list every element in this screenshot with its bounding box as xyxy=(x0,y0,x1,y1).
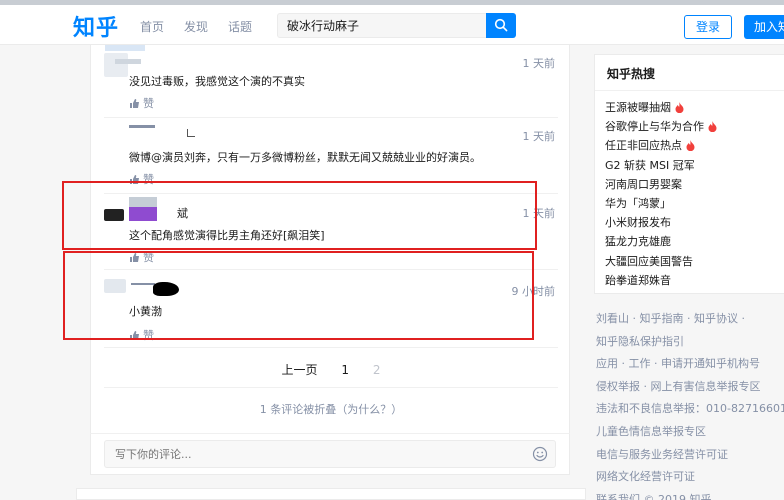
hot-search-title: 知乎热搜 xyxy=(607,67,656,81)
hot-search-label: 跆拳道郑姝音 xyxy=(605,273,671,287)
author-name-redacted xyxy=(115,59,141,64)
nav-home[interactable]: 首页 xyxy=(140,18,164,35)
page-2[interactable]: 2 xyxy=(373,363,381,377)
hot-search-label: 小米财报发布 xyxy=(605,216,671,230)
hot-search-label: 谷歌停止与华为合作 xyxy=(605,120,704,134)
hot-search-item[interactable]: 谷歌停止与华为合作 xyxy=(605,118,717,134)
divider xyxy=(104,387,558,388)
fire-icon xyxy=(675,101,684,113)
comment-input[interactable] xyxy=(104,440,556,468)
footer-link-line[interactable]: 侵权举报 · 网上有害信息举报专区 xyxy=(596,378,761,394)
hot-search-item[interactable]: 跆拳道郑姝音 xyxy=(605,272,671,288)
comment-text: 微博@演员刘奔，只有一万多微博粉丝，默默无闻又兢兢业业的好演员。 xyxy=(129,151,481,164)
hot-search-item[interactable]: 猛龙力克雄鹿 xyxy=(605,233,671,249)
hot-search-item[interactable]: 王源被曝抽烟 xyxy=(605,99,684,115)
hot-search-label: 大疆回应美国警告 xyxy=(605,254,693,268)
fire-icon xyxy=(708,120,717,132)
like-button[interactable]: 赞 xyxy=(129,95,154,111)
hot-search-item[interactable]: 小米财报发布 xyxy=(605,214,671,230)
login-button[interactable]: 登录 xyxy=(684,15,732,39)
nav-discover[interactable]: 发现 xyxy=(184,18,208,35)
page-1[interactable]: 1 xyxy=(341,363,349,377)
prev-page-button[interactable]: 上一页 xyxy=(282,363,318,377)
hot-search-label: 华为「鸿蒙」 xyxy=(605,197,671,210)
divider xyxy=(595,90,784,91)
footer-link-line[interactable]: 刘看山 · 知乎指南 · 知乎协议 · xyxy=(596,310,745,326)
footer-link-line[interactable]: 违法和不良信息举报：010-82716601 xyxy=(596,400,784,416)
divider xyxy=(104,117,558,118)
hot-search-item[interactable]: 任正非回应热点 xyxy=(605,137,695,153)
footer-link-line[interactable]: 知乎隐私保护指引 xyxy=(596,333,684,349)
search-button[interactable] xyxy=(486,13,516,38)
search-icon xyxy=(494,18,508,32)
nav-topics[interactable]: 话题 xyxy=(228,18,252,35)
thumbs-up-icon xyxy=(130,98,139,108)
comment-time: 1 天前 xyxy=(522,57,556,70)
footer-link-line[interactable]: 应用 · 工作 · 申请开通知乎机构号 xyxy=(596,355,760,371)
hot-search-item[interactable]: 河南周口男婴案 xyxy=(605,176,682,192)
footer-link-line[interactable]: 电信与服务业务经营许可证 xyxy=(596,446,728,462)
annotation-box xyxy=(63,251,534,340)
divider xyxy=(104,347,558,348)
pagination: 上一页 1 2 xyxy=(91,361,571,378)
avatar[interactable] xyxy=(104,53,128,77)
hot-search-label: 河南周口男婴案 xyxy=(605,177,682,191)
fire-icon xyxy=(686,139,695,151)
footer-link-line[interactable]: 联系我们 © 2019 知乎 xyxy=(596,491,711,500)
hot-search-item[interactable]: 大疆回应美国警告 xyxy=(605,253,693,269)
hot-search-label: 任正非回应热点 xyxy=(605,139,682,153)
author-name-redacted xyxy=(129,125,155,128)
top-navbar: 知乎 首页 发现 话题 登录 加入知乎 xyxy=(0,5,784,45)
footer-link-line[interactable]: 儿童色情信息举报专区 xyxy=(596,423,706,439)
collapsed-comments-link[interactable]: 1 条评论被折叠（为什么？） xyxy=(91,401,571,417)
hot-search-item[interactable]: G2 斩获 MSI 冠军 xyxy=(605,157,695,173)
author-name-fragment xyxy=(187,129,195,137)
hot-search-label: G2 斩获 MSI 冠军 xyxy=(605,158,695,172)
hot-search-item[interactable]: 华为「鸿蒙」 xyxy=(605,195,671,211)
comment-text: 没见过毒贩，我感觉这个演的不真实 xyxy=(129,75,305,88)
hot-search-label: 王源被曝抽烟 xyxy=(605,101,671,114)
comment-item: 1 天前 没见过毒贩，我感觉这个演的不真实 赞 xyxy=(91,53,571,123)
hot-search-label: 猛龙力克雄鹿 xyxy=(605,235,671,249)
join-button[interactable]: 加入知乎 xyxy=(744,15,784,39)
comment-composer xyxy=(90,433,570,475)
footer-link-line[interactable]: 网络文化经营许可证 xyxy=(596,468,695,484)
comment-time: 1 天前 xyxy=(522,130,556,143)
avatar-partial xyxy=(105,45,145,51)
search-input[interactable] xyxy=(277,13,487,38)
zhihu-logo[interactable]: 知乎 xyxy=(73,10,119,42)
annotation-box xyxy=(62,181,537,250)
like-label: 赞 xyxy=(143,97,154,110)
emoji-icon[interactable] xyxy=(532,446,548,462)
next-card-partial xyxy=(76,488,586,500)
hot-search-card: 知乎热搜 王源被曝抽烟谷歌停止与华为合作 任正非回应热点 G2 斩获 MSI 冠军河… xyxy=(594,54,784,294)
